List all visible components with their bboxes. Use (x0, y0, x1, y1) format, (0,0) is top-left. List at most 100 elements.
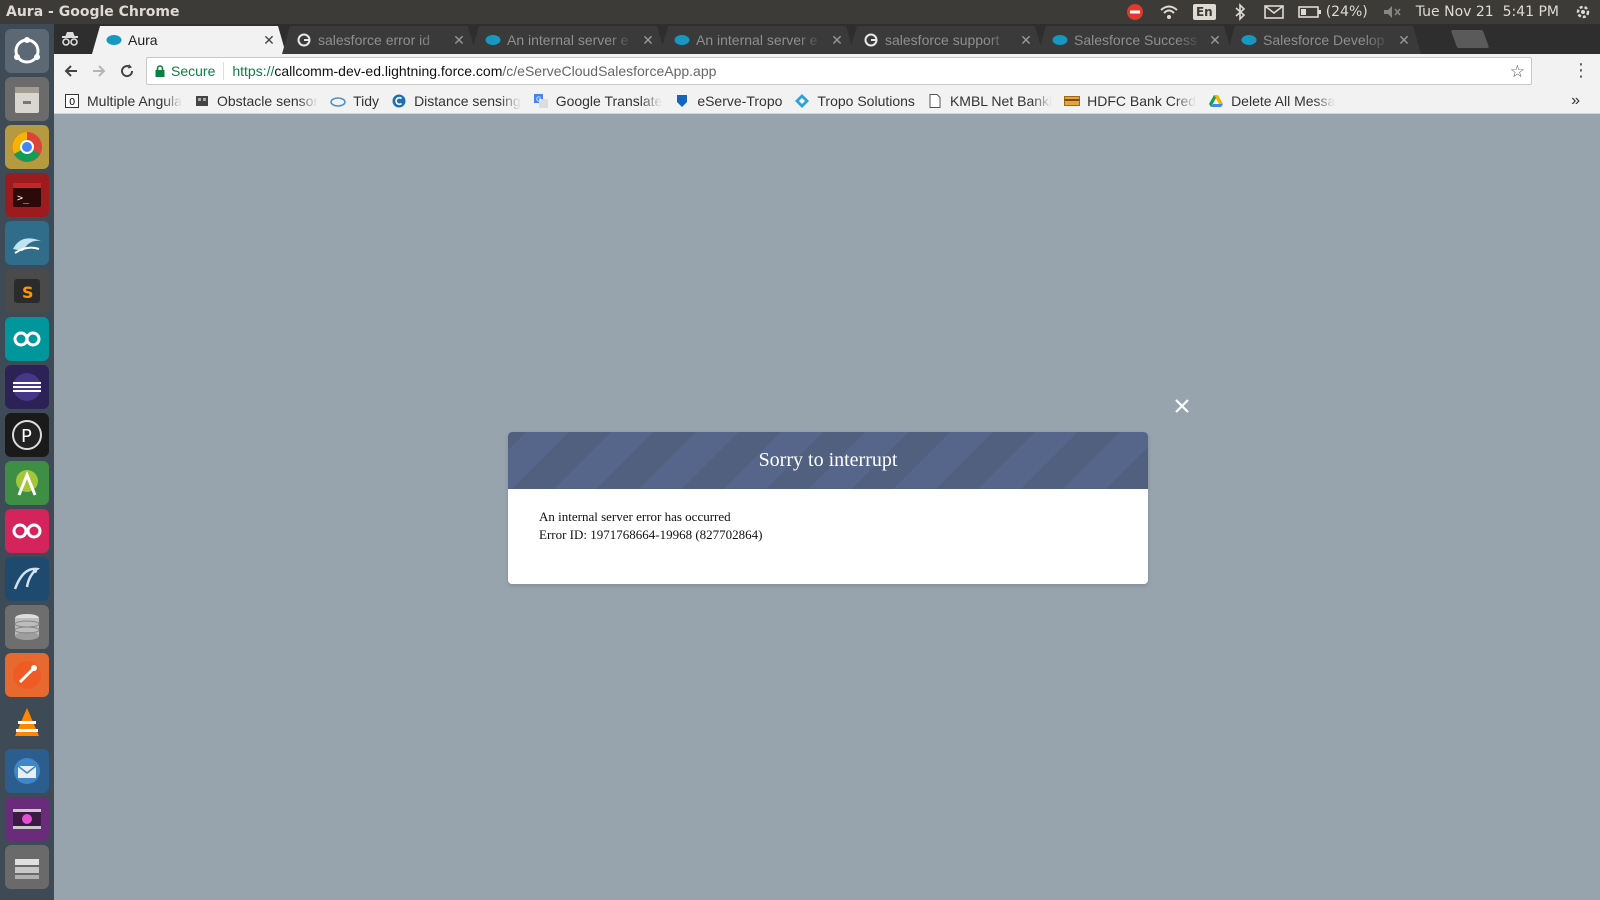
tab-close-icon[interactable]: ✕ (262, 32, 276, 49)
bookmark-item[interactable]: Delete All Messa (1202, 93, 1341, 109)
reload-button[interactable] (114, 58, 140, 84)
sublime-icon[interactable]: S (5, 269, 49, 313)
bookmark-item[interactable]: Obstacle sensor (188, 93, 324, 109)
storage-icon[interactable] (5, 845, 49, 889)
modal-header: Sorry to interrupt (508, 432, 1148, 489)
back-button[interactable] (58, 58, 84, 84)
modal-body: An internal server error has occurred Er… (508, 489, 1148, 563)
settings-gear-icon[interactable] (1566, 0, 1600, 24)
tab-salesforce-error-id[interactable]: salesforce error id ✕ (282, 26, 476, 54)
tab-internal-server-error-1[interactable]: An internal server e ✕ (471, 26, 665, 54)
bookmark-label: Multiple Angula (87, 92, 182, 109)
url-text[interactable]: https://callcomm-dev-ed.lightning.force.… (224, 63, 716, 79)
translate-icon: G (533, 93, 549, 109)
lock-icon (155, 65, 165, 77)
tab-salesforce-success[interactable]: Salesforce Success ✕ (1038, 26, 1232, 54)
c-icon (391, 93, 407, 109)
arduino-icon[interactable] (5, 317, 49, 361)
tab-salesforce-support[interactable]: salesforce support ✕ (849, 26, 1043, 54)
system-top-bar: Aura - Google Chrome En (24%) Tue Nov 21… (0, 0, 1600, 24)
processing-icon[interactable]: P (5, 413, 49, 457)
bookmark-item[interactable]: KMBL Net Banki (921, 93, 1058, 109)
more-bookmarks-icon[interactable]: » (1571, 92, 1580, 110)
tab-close-icon[interactable]: ✕ (641, 32, 655, 49)
tab-close-icon[interactable]: ✕ (1208, 32, 1222, 49)
bookmark-label: Delete All Messa (1231, 92, 1336, 109)
dash-icon[interactable] (5, 29, 49, 73)
forward-button[interactable] (86, 58, 112, 84)
bookmark-label: HDFC Bank Cred (1087, 92, 1197, 109)
bluetooth-icon[interactable] (1223, 0, 1257, 24)
bookmark-item[interactable]: G Google Translate (527, 93, 669, 109)
chrome-menu-icon[interactable]: ⋮ (1572, 61, 1590, 79)
svg-text:P: P (21, 426, 32, 447)
tab-strip: Aura ✕ salesforce error id ✕ An internal… (54, 24, 1600, 54)
tab-salesforce-developer[interactable]: Salesforce Develop ✕ (1227, 26, 1421, 54)
battery-percent: (24%) (1325, 4, 1368, 20)
bookmark-item[interactable]: HDFC Bank Cred (1058, 93, 1202, 109)
reload-icon (121, 64, 134, 78)
arrow-left-icon (64, 65, 77, 77)
drive-icon (1208, 93, 1224, 109)
bookmark-star-icon[interactable]: ☆ (1510, 62, 1525, 82)
tab-label: Aura (128, 32, 158, 48)
clock[interactable]: Tue Nov 21 5:41 PM (1409, 0, 1566, 24)
security-indicator[interactable]: Secure (147, 62, 225, 80)
arrow-right-icon (93, 65, 106, 77)
files-icon[interactable] (5, 77, 49, 121)
salesforce-cloud-icon (1052, 32, 1068, 48)
mail-icon[interactable] (1257, 0, 1291, 24)
url-scheme: https:// (232, 63, 275, 79)
bookmark-item[interactable]: Distance sensing (385, 93, 527, 109)
page-0-icon: 0 (64, 93, 80, 109)
diamond-icon (794, 93, 810, 109)
keyboard-language-indicator[interactable]: En (1186, 0, 1223, 24)
error-modal: Sorry to interrupt An internal server er… (508, 432, 1148, 584)
do-not-disturb-icon[interactable] (1118, 0, 1152, 24)
tab-label: salesforce error id (318, 32, 431, 48)
card-icon (1064, 93, 1081, 109)
bookmark-item[interactable]: eServe-Tropo (668, 93, 788, 109)
wireshark-icon[interactable] (5, 221, 49, 265)
bookmark-label: Obstacle sensor (216, 92, 319, 109)
eclipse-icon[interactable] (5, 365, 49, 409)
bookmark-item[interactable]: Tidy (324, 93, 385, 109)
new-tab-button[interactable] (1450, 30, 1490, 48)
bookmark-label: eServe-Tropo (697, 92, 783, 109)
window-title: Aura - Google Chrome (6, 4, 180, 20)
salesforce-cloud-icon (106, 32, 122, 48)
svg-text:G: G (536, 95, 541, 103)
bookmark-item[interactable]: Tropo Solutions (788, 93, 921, 109)
secure-label: Secure (171, 63, 216, 79)
system-tray: En (24%) Tue Nov 21 5:41 PM (1118, 0, 1600, 24)
tab-internal-server-error-2[interactable]: An internal server e ✕ (660, 26, 854, 54)
svg-text:S: S (22, 283, 34, 302)
database-icon[interactable] (5, 605, 49, 649)
tab-aura[interactable]: Aura ✕ (92, 26, 286, 54)
android-studio-icon[interactable] (5, 461, 49, 505)
thunderbird-icon[interactable] (5, 749, 49, 793)
page-content: Sorry to interrupt An internal server er… (54, 114, 1600, 900)
tab-close-icon[interactable]: ✕ (830, 32, 844, 49)
bookmarks-bar: 0 Multiple Angula Obstacle sensor Tidy D… (54, 88, 1600, 114)
chrome-icon[interactable] (5, 125, 49, 169)
postman-icon[interactable] (5, 653, 49, 697)
terminal-icon[interactable]: >_ (5, 173, 49, 217)
vlc-icon[interactable] (5, 701, 49, 745)
modal-close-button[interactable] (1172, 397, 1192, 417)
bookmark-item[interactable]: 0 Multiple Angula (54, 93, 188, 109)
video-icon[interactable] (5, 797, 49, 841)
tab-close-icon[interactable]: ✕ (1019, 32, 1033, 49)
flickr-icon[interactable] (5, 509, 49, 553)
address-bar[interactable]: Secure https://callcomm-dev-ed.lightning… (146, 57, 1532, 85)
battery-indicator[interactable]: (24%) (1291, 0, 1375, 24)
profile-icon[interactable] (56, 27, 84, 51)
shield-icon (674, 93, 690, 109)
tab-close-icon[interactable]: ✕ (1397, 32, 1411, 49)
mysql-workbench-icon[interactable] (5, 557, 49, 601)
wifi-icon[interactable] (1152, 0, 1186, 24)
tab-label: An internal server e (507, 32, 629, 48)
volume-muted-icon[interactable] (1375, 0, 1409, 24)
tab-close-icon[interactable]: ✕ (452, 32, 466, 49)
bookmark-label: Tropo Solutions (817, 92, 915, 109)
